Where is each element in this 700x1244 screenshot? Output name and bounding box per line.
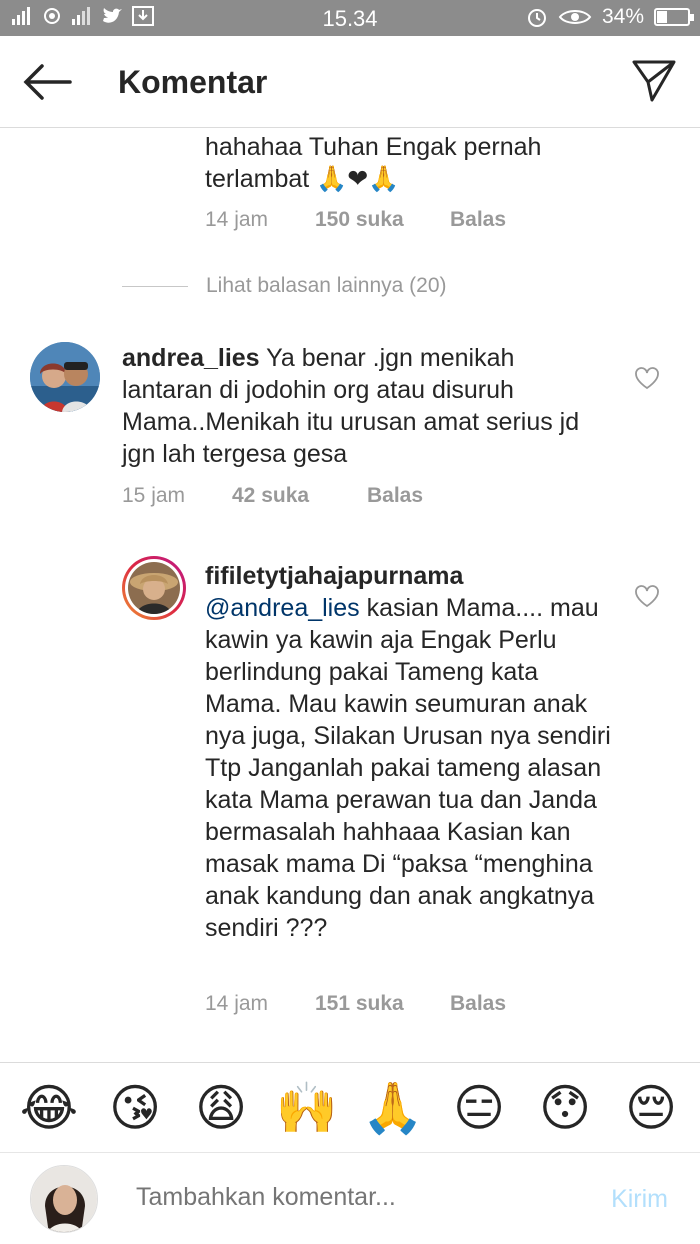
emoji-expressionless[interactable]: 😑 (443, 1078, 515, 1138)
emoji-pensive[interactable]: 😔 (615, 1078, 687, 1138)
view-more-replies-label: Lihat balasan lainnya (20) (206, 274, 447, 297)
alarm-icon (527, 9, 546, 27)
comment-username[interactable]: fifiletytjahajapurnama (205, 560, 615, 592)
avatar[interactable] (30, 342, 100, 412)
comment-likes[interactable]: 42 suka (232, 484, 367, 508)
status-bar: 15.34 34% (0, 0, 700, 36)
direct-send-icon[interactable] (630, 56, 678, 104)
emoji-bar: 😂 😘 😩 🙌 🙏 😑 😯 😔 (0, 1062, 700, 1152)
emoji-tears-of-joy[interactable]: 😂 (13, 1078, 85, 1138)
comment-likes[interactable]: 150 suka (315, 208, 450, 232)
avatar-story-ring[interactable] (122, 556, 186, 620)
reply-button[interactable]: Balas (367, 484, 423, 508)
comment-likes[interactable]: 151 suka (315, 992, 450, 1016)
like-heart-icon[interactable] (634, 584, 660, 608)
reply-button[interactable]: Balas (450, 208, 506, 232)
emoji-raised-hands[interactable]: 🙌 (271, 1078, 343, 1138)
comment-text-line: hahahaa Tuhan Engak pernah (205, 133, 542, 161)
post-button[interactable]: Kirim (611, 1185, 668, 1214)
battery-fill (657, 11, 668, 23)
current-user-avatar (30, 1165, 98, 1233)
comment-composer: Kirim (0, 1152, 700, 1244)
comment-username[interactable]: andrea_lies (122, 344, 260, 372)
comment-meta: 14 jam 151 suka Balas (205, 992, 506, 1016)
comment-time: 14 jam (205, 992, 269, 1015)
mention-link[interactable]: @andrea_lies (205, 594, 360, 622)
comment-time: 15 jam (122, 484, 186, 507)
avatar-ring-inner (125, 559, 183, 617)
comment-time: 14 jam (205, 208, 269, 231)
back-arrow-icon[interactable] (18, 60, 74, 104)
like-heart-icon[interactable] (634, 366, 660, 390)
comment-text: hahahaa Tuhan Engak pernah terlambat 🙏❤🙏 (205, 131, 645, 195)
comment-body: andrea_lies Ya benar .jgn menikah lantar… (122, 342, 602, 470)
comment-text-line: terlambat 🙏❤🙏 (205, 165, 400, 193)
emoji-folded-hands[interactable]: 🙏 (357, 1078, 429, 1138)
emoji-hushed[interactable]: 😯 (529, 1078, 601, 1138)
app-header: Komentar (0, 36, 700, 128)
status-right-icons: 34% (526, 5, 694, 29)
emoji-weary[interactable]: 😩 (185, 1078, 257, 1138)
avatar-photo (31, 1166, 97, 1232)
avatar-photo (128, 562, 180, 614)
comment-text: @andrea_lies kasian Mama.... mau kawin y… (205, 592, 615, 944)
eye-icon (558, 10, 592, 24)
battery-percent: 34% (601, 5, 644, 28)
comment-meta: 14 jam 150 suka Balas (205, 208, 506, 232)
view-more-replies[interactable]: Lihat balasan lainnya (20) (122, 274, 447, 298)
comments-list[interactable]: hahahaa Tuhan Engak pernah terlambat 🙏❤🙏… (0, 128, 700, 1062)
reply-button[interactable]: Balas (450, 992, 506, 1016)
comment-text-content: kasian Mama.... mau kawin ya kawin aja E… (205, 594, 611, 942)
divider-line (122, 285, 188, 287)
comment-meta: 15 jam 42 suka Balas (122, 484, 423, 508)
page-title: Komentar (118, 64, 268, 100)
emoji-kiss[interactable]: 😘 (99, 1078, 171, 1138)
avatar-photo (30, 342, 100, 412)
comment-input[interactable] (136, 1183, 536, 1212)
comment-body: fifiletytjahajapurnama @andrea_lies kasi… (205, 560, 615, 944)
battery-icon (654, 8, 694, 26)
